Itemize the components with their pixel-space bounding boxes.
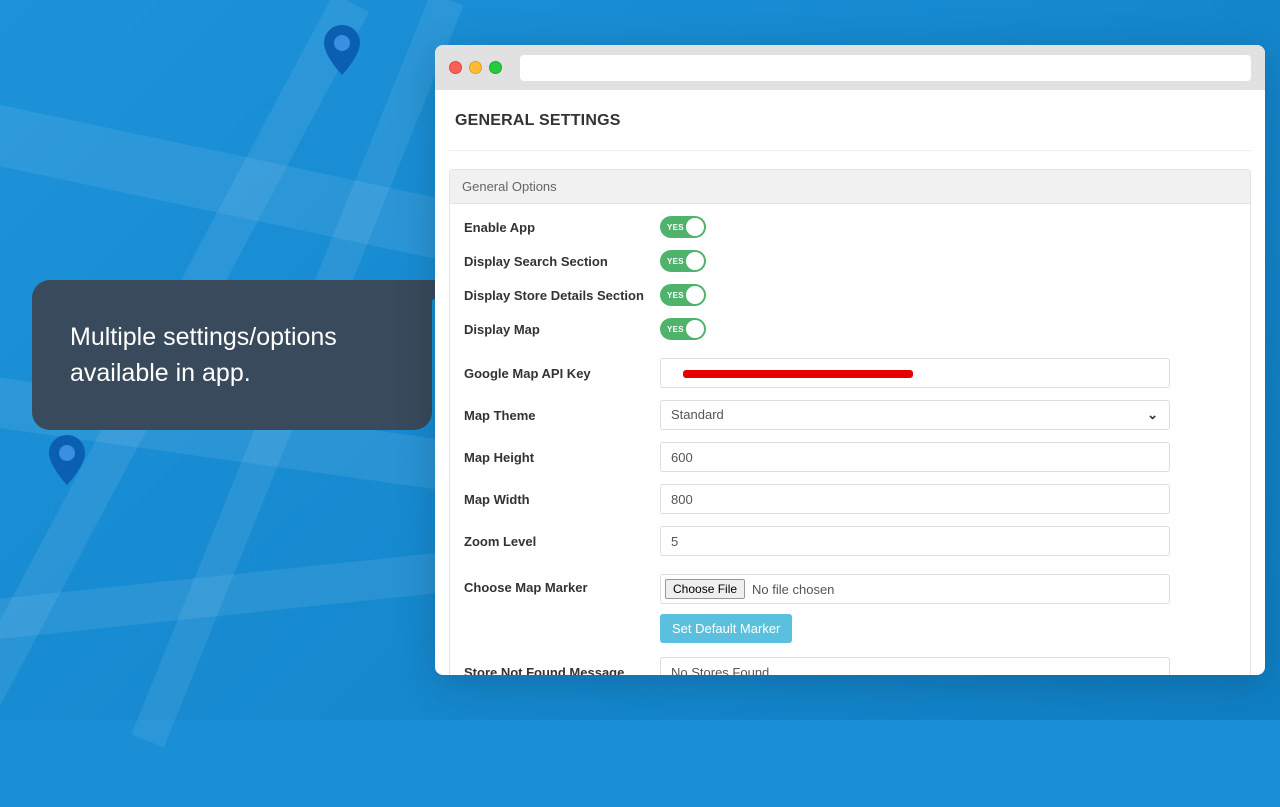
page-title: GENERAL SETTINGS: [449, 112, 1251, 151]
choose-file-button[interactable]: Choose File: [665, 579, 745, 599]
row-map-height: Map Height: [464, 442, 1236, 472]
label-api-key: Google Map API Key: [464, 366, 660, 381]
file-status-text: No file chosen: [752, 582, 834, 597]
toggle-display-map[interactable]: YES: [660, 318, 706, 340]
row-map-theme: Map Theme Standard ⌄: [464, 400, 1236, 430]
toggle-knob: [686, 218, 704, 236]
row-enable-app: Enable App YES: [464, 216, 1236, 238]
row-display-map: Display Map YES: [464, 318, 1236, 340]
control-display-store-details: YES: [660, 284, 970, 306]
control-api-key: [660, 358, 1170, 388]
control-not-found: [660, 657, 1170, 675]
input-api-key[interactable]: [660, 358, 1170, 388]
label-map-height: Map Height: [464, 450, 660, 465]
input-map-height[interactable]: [660, 442, 1170, 472]
row-not-found-message: Store Not Found Message: [464, 657, 1236, 675]
control-map-height: [660, 442, 1170, 472]
toggle-yes-text: YES: [667, 223, 684, 232]
toggle-display-store-details[interactable]: YES: [660, 284, 706, 306]
panel-body: Enable App YES Display Search Section YE…: [450, 204, 1250, 675]
label-enable-app: Enable App: [464, 220, 660, 235]
toggle-yes-text: YES: [667, 291, 684, 300]
label-zoom-level: Zoom Level: [464, 534, 660, 549]
label-display-map: Display Map: [464, 322, 660, 337]
input-map-width[interactable]: [660, 484, 1170, 514]
minimize-icon[interactable]: [469, 61, 482, 74]
row-display-search: Display Search Section YES: [464, 250, 1236, 272]
set-default-marker-button[interactable]: Set Default Marker: [660, 614, 792, 643]
toggle-display-search[interactable]: YES: [660, 250, 706, 272]
file-input-marker[interactable]: Choose File No file chosen: [660, 574, 1170, 604]
control-display-map: YES: [660, 318, 970, 340]
toggle-yes-text: YES: [667, 325, 684, 334]
label-display-store-details: Display Store Details Section: [464, 288, 660, 303]
page-content: GENERAL SETTINGS General Options Enable …: [435, 90, 1265, 675]
row-api-key: Google Map API Key: [464, 358, 1236, 388]
row-map-width: Map Width: [464, 484, 1236, 514]
label-map-width: Map Width: [464, 492, 660, 507]
row-display-store-details: Display Store Details Section YES: [464, 284, 1236, 306]
toggle-enable-app[interactable]: YES: [660, 216, 706, 238]
control-display-search: YES: [660, 250, 970, 272]
control-map-theme: Standard ⌄: [660, 400, 1170, 430]
toggle-knob: [686, 252, 704, 270]
map-pin-icon: [45, 435, 89, 493]
map-pin-icon: [320, 25, 364, 83]
close-icon[interactable]: [449, 61, 462, 74]
row-map-marker: Choose Map Marker Choose File No file ch…: [464, 574, 1236, 643]
row-zoom-level: Zoom Level: [464, 526, 1236, 556]
control-zoom-level: [660, 526, 1170, 556]
toggle-knob: [686, 320, 704, 338]
toggle-knob: [686, 286, 704, 304]
control-enable-app: YES: [660, 216, 970, 238]
general-options-panel: General Options Enable App YES Display S…: [449, 169, 1251, 675]
select-map-theme[interactable]: Standard: [660, 400, 1170, 430]
toggle-yes-text: YES: [667, 257, 684, 266]
label-map-theme: Map Theme: [464, 408, 660, 423]
input-not-found[interactable]: [660, 657, 1170, 675]
label-map-marker: Choose Map Marker: [464, 574, 660, 595]
browser-window: GENERAL SETTINGS General Options Enable …: [435, 45, 1265, 675]
label-not-found: Store Not Found Message: [464, 665, 660, 676]
callout-text: Multiple settings/options available in a…: [70, 319, 394, 392]
maximize-icon[interactable]: [489, 61, 502, 74]
control-map-width: [660, 484, 1170, 514]
traffic-lights: [449, 61, 502, 74]
input-zoom-level[interactable]: [660, 526, 1170, 556]
control-map-marker: Choose File No file chosen Set Default M…: [660, 574, 1170, 643]
panel-header: General Options: [450, 170, 1250, 204]
label-display-search: Display Search Section: [464, 254, 660, 269]
url-bar[interactable]: [520, 55, 1251, 81]
browser-chrome: [435, 45, 1265, 90]
callout-tooltip: Multiple settings/options available in a…: [32, 280, 432, 430]
